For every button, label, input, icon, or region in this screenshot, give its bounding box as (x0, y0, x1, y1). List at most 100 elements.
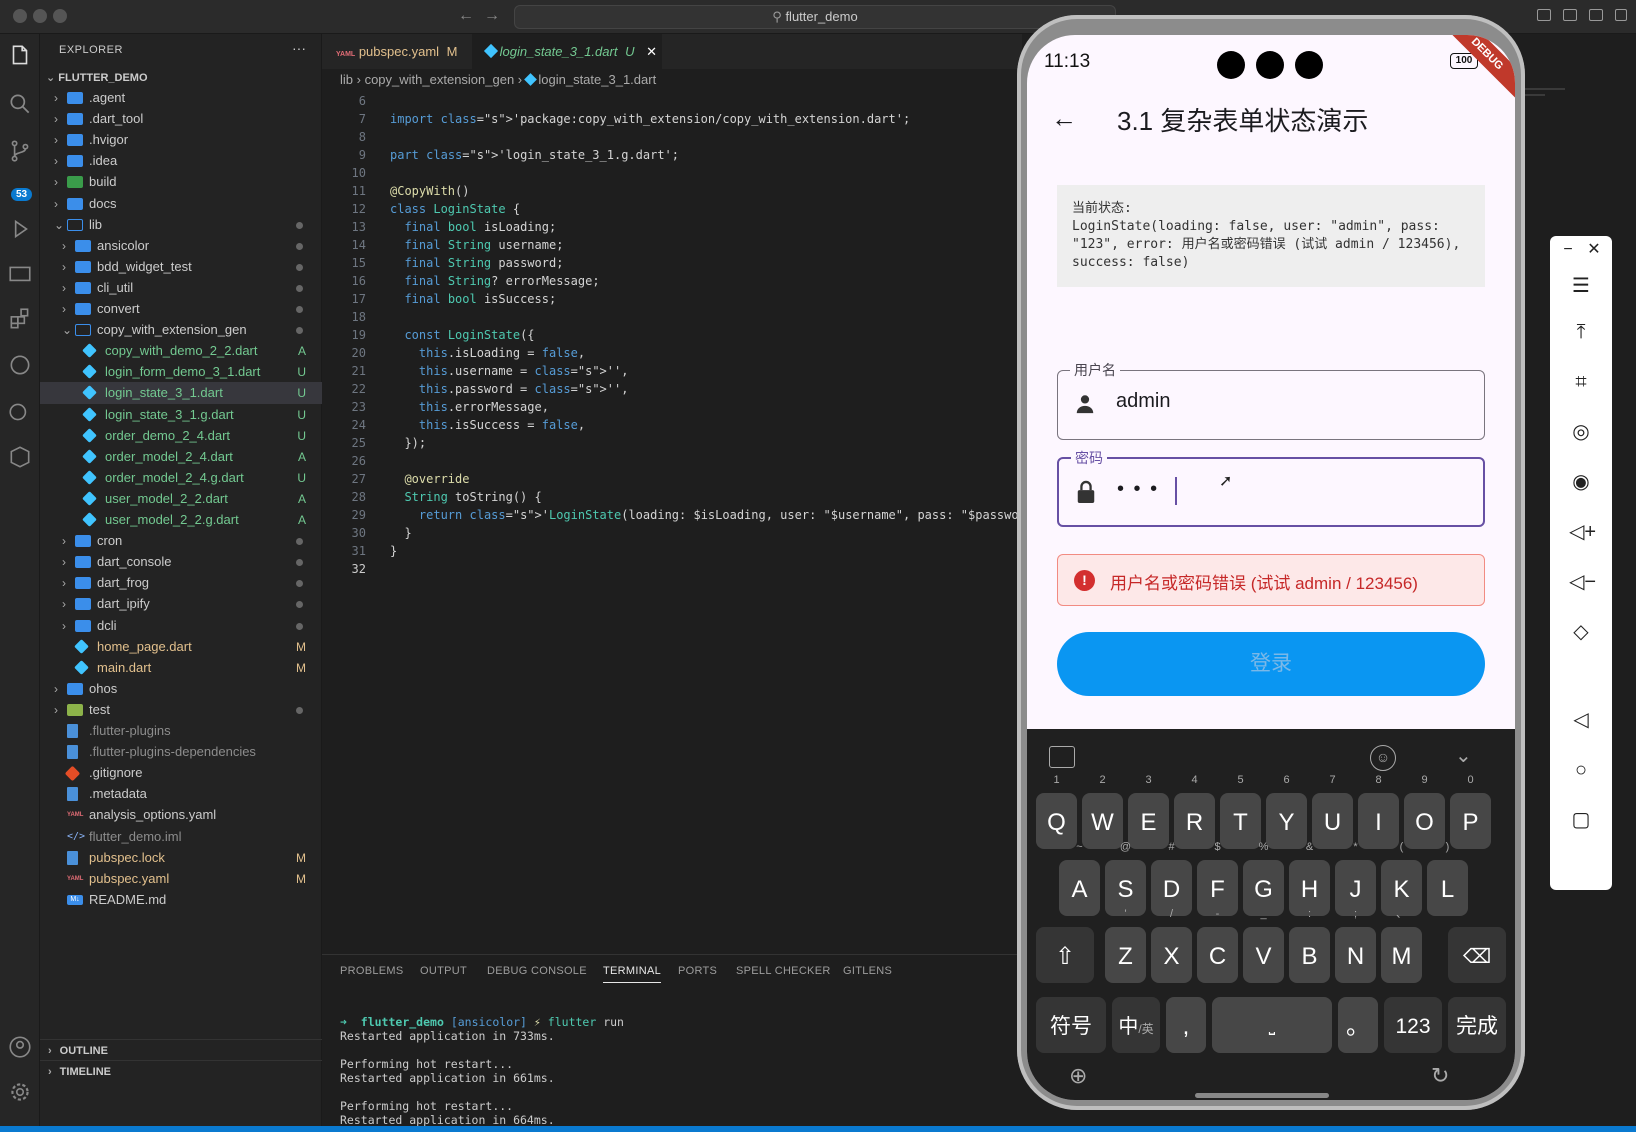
extensions-icon[interactable] (7, 306, 33, 332)
collapse-keyboard-icon[interactable]: ⌄ (1455, 743, 1472, 768)
tree-item[interactable]: order_model_2_4.g.dart U (40, 467, 322, 489)
tree-item[interactable]: › dart_console (40, 551, 322, 573)
back-nav-icon[interactable]: ◁ (1569, 708, 1593, 732)
tree-item[interactable]: pubspec.lock M (40, 847, 322, 869)
key-m[interactable]: 、 M (1381, 908, 1422, 983)
home-indicator[interactable] (1195, 1093, 1329, 1098)
tree-item[interactable]: › ohos (40, 678, 322, 700)
tree-item[interactable]: › cron (40, 530, 322, 552)
tree-item[interactable]: YAML pubspec.yaml M (40, 868, 322, 890)
pin-icon[interactable]: ⤒ (1569, 320, 1593, 344)
zoom-window-button[interactable] (53, 9, 67, 23)
close-tab-icon[interactable]: ✕ (646, 44, 657, 59)
key-b[interactable]: :B (1289, 908, 1330, 983)
panel-tab-terminal[interactable]: TERMINAL (603, 965, 662, 983)
tree-item[interactable]: › docs (40, 193, 322, 215)
timeline-section[interactable]: › TIMELINE (40, 1060, 322, 1082)
breadcrumb-lib[interactable]: lib (340, 72, 353, 87)
password-field[interactable]: 密码 • • • (1057, 448, 1485, 527)
panel-tab-ports[interactable]: PORTS (678, 965, 717, 977)
tree-item[interactable]: .metadata (40, 783, 322, 805)
tab-pubspec-yaml[interactable]: YAML pubspec.yaml M (322, 34, 472, 69)
globe-icon[interactable]: ⊕ (1069, 1063, 1087, 1089)
emoji-icon[interactable]: ☺ (1370, 745, 1396, 771)
tree-item[interactable]: › dart_frog (40, 572, 322, 594)
backspace-key[interactable]: ⌫ (1448, 927, 1506, 983)
key-a[interactable]: ~ A (1059, 841, 1100, 916)
code-editor[interactable]: 6 7 import class="s">'package:copy_with_ex… (322, 92, 1091, 578)
key-n[interactable]: ; N (1335, 908, 1376, 983)
symbols-key[interactable]: 符号 (1036, 997, 1106, 1053)
tree-item[interactable]: order_model_2_4.dart A (40, 446, 322, 468)
home-nav-icon[interactable]: ○ (1569, 758, 1593, 782)
tree-item[interactable]: </> flutter_demo.iml (40, 826, 322, 848)
screenshot-icon[interactable]: ◉ (1569, 470, 1593, 494)
period-key[interactable]: 。 (1338, 997, 1378, 1053)
panel-tab-gitlens[interactable]: GITLENS (843, 965, 892, 977)
tree-item[interactable]: › convert (40, 298, 322, 320)
tree-item[interactable]: .gitignore (40, 762, 322, 784)
account-icon[interactable] (7, 1034, 33, 1060)
tree-item[interactable]: home_page.dart M (40, 636, 322, 658)
tree-item[interactable]: .flutter-plugins (40, 720, 322, 742)
breadcrumb-folder[interactable]: copy_with_extension_gen (365, 72, 515, 87)
tree-item[interactable]: user_model_2_2.dart A (40, 488, 322, 510)
tree-item[interactable]: login_form_demo_3_1.dart U (40, 361, 322, 383)
tree-item[interactable]: login_state_3_1.g.dart U (40, 404, 322, 426)
run-debug-icon[interactable] (7, 216, 33, 242)
command-center-search[interactable]: ⚲ flutter_demo (514, 5, 1116, 29)
key-l[interactable]: ) L (1427, 841, 1468, 916)
tree-item[interactable]: › .hvigor (40, 129, 322, 151)
tree-item[interactable]: ⌄ copy_with_extension_gen (40, 319, 322, 341)
explorer-icon[interactable] (7, 43, 33, 69)
settings-gear-icon[interactable] (7, 1079, 33, 1105)
more-actions-icon[interactable]: ··· (292, 40, 306, 56)
done-key[interactable]: 完成 (1448, 997, 1506, 1053)
tree-item[interactable]: YAML analysis_options.yaml (40, 804, 322, 826)
tree-item[interactable]: › bdd_widget_test (40, 256, 322, 278)
minimize-icon[interactable]: − (1556, 238, 1580, 262)
testing-icon[interactable] (7, 399, 33, 425)
toggle-secondary-sidebar-icon[interactable] (1615, 9, 1627, 21)
panel-tab-spell-checker[interactable]: SPELL CHECKER (736, 965, 831, 977)
tree-item[interactable]: › .dart_tool (40, 108, 322, 130)
login-button[interactable]: 登录 (1057, 632, 1485, 696)
tree-item[interactable]: › test (40, 699, 322, 721)
gitlens-icon[interactable] (7, 352, 33, 378)
tree-item[interactable]: › .idea (40, 150, 322, 172)
toggle-sidebar-icon[interactable] (1563, 9, 1577, 21)
search-icon[interactable] (7, 91, 33, 117)
tree-item[interactable]: copy_with_demo_2_2.dart A (40, 340, 322, 362)
tree-item[interactable]: login_state_3_1.dart U (40, 382, 322, 405)
tree-item[interactable]: › cli_util (40, 277, 322, 299)
breadcrumb-file[interactable]: login_state_3_1.dart (538, 72, 656, 87)
tree-item[interactable]: order_demo_2_4.dart U (40, 425, 322, 447)
containers-icon[interactable] (7, 444, 33, 470)
tree-item[interactable]: › dcli (40, 615, 322, 637)
tree-item[interactable]: › .agent (40, 87, 322, 109)
layout-icon[interactable] (1537, 9, 1551, 21)
close-icon[interactable]: ✕ (1582, 238, 1606, 262)
refresh-icon[interactable]: ↻ (1431, 1063, 1449, 1089)
toggle-panel-icon[interactable] (1589, 9, 1603, 21)
tree-item[interactable]: › build (40, 171, 322, 193)
tree-item[interactable]: ⌄ lib (40, 214, 322, 236)
rotate-icon[interactable]: ◎ (1569, 420, 1593, 444)
panel-tab-debug-console[interactable]: DEBUG CONSOLE (487, 965, 587, 977)
username-field[interactable]: 用户名 admin (1057, 360, 1485, 440)
key-z[interactable]: ' Z (1105, 908, 1146, 983)
panel-tab-problems[interactable]: PROBLEMS (340, 965, 404, 977)
volume-down-icon[interactable]: ◁− (1569, 570, 1596, 594)
close-window-button[interactable] (13, 9, 27, 23)
panel-tab-output[interactable]: OUTPUT (420, 965, 467, 977)
shift-key[interactable]: ⇧ (1036, 927, 1094, 983)
tree-item[interactable]: main.dart M (40, 657, 322, 679)
space-key[interactable]: ⎵ (1212, 997, 1332, 1053)
remote-explorer-icon[interactable] (7, 262, 33, 288)
tree-item[interactable]: › dart_ipify (40, 593, 322, 615)
tree-item[interactable]: M↓ README.md (40, 889, 322, 911)
numbers-key[interactable]: 123 (1384, 997, 1442, 1053)
key-x[interactable]: / X (1151, 908, 1192, 983)
terminal-output[interactable]: ➜ flutter_demo [ansicolor] ⚡ flutter run… (340, 1001, 624, 1127)
workspace-root[interactable]: ⌄ FLUTTER_DEMO (46, 71, 148, 84)
